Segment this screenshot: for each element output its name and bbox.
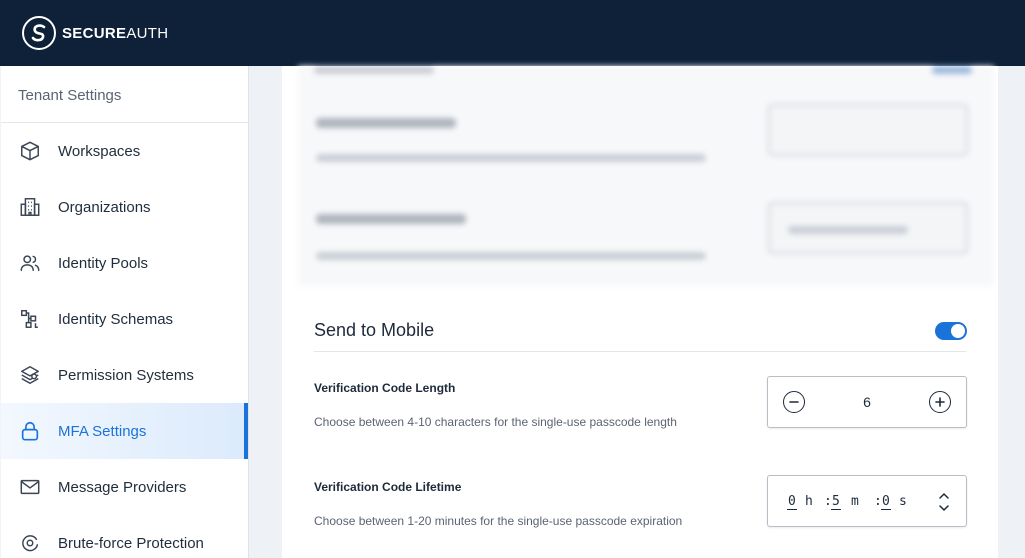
increment-button[interactable]: [929, 391, 951, 413]
schema-icon: [18, 307, 42, 331]
code-lifetime-label: Verification Code Lifetime: [314, 480, 462, 494]
lock-icon: [18, 419, 42, 443]
sidebar-item-label: Identity Schemas: [58, 310, 174, 328]
sidebar-item-label: Permission Systems: [58, 366, 194, 384]
spin-arrows[interactable]: [938, 490, 950, 514]
hours-field[interactable]: 0: [787, 494, 797, 510]
toggle-knob: [951, 324, 965, 338]
sidebar-item-identity-schemas[interactable]: Identity Schemas: [1, 291, 248, 347]
sidebar-item-label: Workspaces: [58, 142, 141, 160]
sidebar-item-label: Identity Pools: [58, 254, 149, 272]
code-length-stepper: 6: [767, 376, 967, 428]
cube-icon: [18, 139, 42, 163]
seconds-unit: s: [899, 494, 907, 509]
sidebar: Tenant Settings Workspaces Organizations…: [1, 66, 249, 558]
minutes-unit: m: [851, 494, 859, 509]
sidebar-item-label: Brute-force Protection: [58, 534, 204, 552]
sidebar-header: Tenant Settings: [1, 66, 248, 123]
sidebar-item-label: Message Providers: [58, 478, 187, 496]
sidebar-item-label: MFA Settings: [58, 422, 147, 440]
code-lifetime-help: Choose between 1-20 minutes for the sing…: [314, 514, 683, 528]
chevron-up-down-icon: [939, 492, 949, 512]
sidebar-item-mfa-settings[interactable]: MFA Settings: [1, 403, 248, 459]
layers-icon: [18, 363, 42, 387]
minutes-field[interactable]: 5: [831, 494, 841, 510]
send-to-mobile-toggle[interactable]: [935, 322, 967, 340]
sidebar-item-brute-force-protection[interactable]: Brute-force Protection: [1, 515, 248, 558]
sidebar-item-organizations[interactable]: Organizations: [1, 179, 248, 235]
seconds-field[interactable]: 0: [881, 494, 891, 510]
code-length-label: Verification Code Length: [314, 381, 456, 395]
brand-name: SECUREAUTH: [62, 24, 169, 42]
divider: [314, 351, 966, 352]
secureauth-logo-icon: [22, 16, 56, 50]
sidebar-item-permission-systems[interactable]: Permission Systems: [1, 347, 248, 403]
shield-target-icon: [18, 531, 42, 555]
sidebar-item-label: Organizations: [58, 198, 151, 216]
hours-unit: h: [805, 494, 813, 509]
sidebar-item-workspaces[interactable]: Workspaces: [1, 123, 248, 179]
envelope-icon: [18, 475, 42, 499]
plus-icon: [935, 397, 945, 407]
section-title: Send to Mobile: [314, 320, 435, 340]
blurred-previous-section: [298, 66, 994, 286]
sidebar-item-identity-pools[interactable]: Identity Pools: [1, 235, 248, 291]
top-bar: SECUREAUTH: [0, 0, 1025, 66]
code-length-help: Choose between 4-10 characters for the s…: [314, 415, 677, 429]
code-lifetime-duration-input: 0 h : 5 m : 0 s: [767, 475, 967, 527]
users-icon: [18, 251, 42, 275]
building-icon: [18, 195, 42, 219]
sidebar-item-message-providers[interactable]: Message Providers: [1, 459, 248, 515]
